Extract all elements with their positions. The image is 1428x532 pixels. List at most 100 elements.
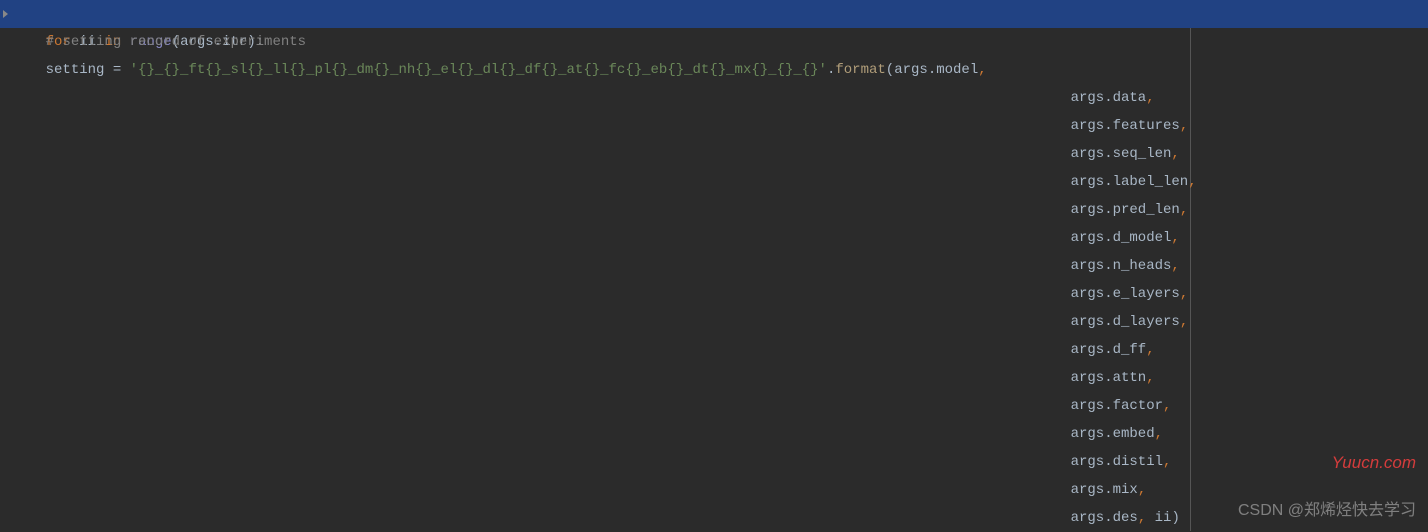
attr-seq_len: seq_len — [1113, 146, 1172, 162]
comment: # setting record of experiments — [46, 34, 306, 50]
code-line-arg[interactable]: args.d_model, — [0, 224, 1428, 252]
dot: . — [1104, 202, 1112, 218]
indent — [12, 174, 1071, 190]
indent — [12, 510, 1071, 526]
comma: , — [1163, 454, 1171, 470]
ident-ii: ii — [1155, 510, 1172, 526]
comma: , — [1188, 174, 1196, 190]
sep: , — [1138, 510, 1155, 526]
code-editor[interactable]: for ii in range(args.itr): # setting rec… — [0, 0, 1428, 531]
dot: . — [1104, 118, 1112, 134]
indent — [12, 370, 1071, 386]
code-line-1[interactable]: for ii in range(args.itr): — [0, 0, 1428, 28]
indent — [12, 454, 1071, 470]
attr-attn: attn — [1113, 370, 1147, 386]
method-format: format — [835, 62, 885, 78]
code-line-arg[interactable]: args.attn, — [0, 364, 1428, 392]
ident-args: args — [1071, 454, 1105, 470]
indent — [12, 118, 1071, 134]
code-line-arg[interactable]: args.data, — [0, 84, 1428, 112]
ident-args: args — [1071, 370, 1105, 386]
dot: . — [1104, 174, 1112, 190]
comma: , — [1180, 202, 1188, 218]
comma: , — [1171, 146, 1179, 162]
code-line-arg[interactable]: args.e_layers, — [0, 280, 1428, 308]
code-line-arg[interactable]: args.n_heads, — [0, 252, 1428, 280]
code-line-3[interactable]: setting = '{}_{}_ft{}_sl{}_ll{}_pl{}_dm{… — [0, 56, 1428, 84]
code-line-arg[interactable]: args.factor, — [0, 392, 1428, 420]
ident-args: args — [1071, 174, 1105, 190]
indent — [12, 426, 1071, 442]
attr-d_model: d_model — [1113, 230, 1172, 246]
dot: . — [1104, 482, 1112, 498]
comma: , — [1138, 482, 1146, 498]
comma: , — [1146, 90, 1154, 106]
ident-args: args — [1071, 510, 1105, 526]
comma: , — [1155, 426, 1163, 442]
comma: , — [1180, 118, 1188, 134]
indent — [12, 314, 1071, 330]
attr-label_len: label_len — [1113, 174, 1189, 190]
ident-args: args — [1071, 118, 1105, 134]
ident-args: args — [894, 62, 928, 78]
indent — [12, 62, 46, 78]
var-setting: setting — [46, 62, 105, 78]
attr-embed: embed — [1113, 426, 1155, 442]
comma: , — [1163, 398, 1171, 414]
dot: . — [1104, 510, 1112, 526]
indent — [12, 482, 1071, 498]
code-line-2[interactable]: # setting record of experiments — [0, 28, 1428, 56]
format-args-block: args.data, args.features, — [0, 84, 1428, 504]
code-line-arg[interactable]: args.d_layers, — [0, 308, 1428, 336]
code-line-last[interactable]: args.des, ii) — [0, 504, 1428, 532]
comma: , — [1180, 286, 1188, 302]
ident-args: args — [1071, 398, 1105, 414]
indent — [12, 90, 1071, 106]
dot: . — [1104, 286, 1112, 302]
format-string: '{}_{}_ft{}_sl{}_ll{}_pl{}_dm{}_nh{}_el{… — [130, 62, 827, 78]
dot: . — [1104, 230, 1112, 246]
dot: . — [1104, 454, 1112, 470]
attr-e_layers: e_layers — [1113, 286, 1180, 302]
fold-arrow-icon[interactable] — [0, 0, 12, 28]
attr-features: features — [1113, 118, 1180, 134]
ident-args: args — [1071, 342, 1105, 358]
dot: . — [1104, 90, 1112, 106]
code-line-arg[interactable]: args.d_ff, — [0, 336, 1428, 364]
attr-pred_len: pred_len — [1113, 202, 1180, 218]
code-line-arg[interactable]: args.mix, — [0, 476, 1428, 504]
dot: . — [1104, 146, 1112, 162]
attr-des: des — [1113, 510, 1138, 526]
dot: . — [1104, 398, 1112, 414]
indent — [12, 34, 46, 50]
attr-factor: factor — [1113, 398, 1163, 414]
ident-args: args — [1071, 230, 1105, 246]
code-line-arg[interactable]: args.seq_len, — [0, 140, 1428, 168]
attr-distil: distil — [1113, 454, 1163, 470]
ident-args: args — [1071, 286, 1105, 302]
indent — [12, 258, 1071, 274]
dot: . — [1104, 426, 1112, 442]
code-line-arg[interactable]: args.distil, — [0, 448, 1428, 476]
indent — [12, 398, 1071, 414]
indent — [12, 202, 1071, 218]
dot: . — [1104, 370, 1112, 386]
indent — [12, 146, 1071, 162]
dot: . — [1104, 342, 1112, 358]
ident-args: args — [1071, 90, 1105, 106]
attr-d_layers: d_layers — [1113, 314, 1180, 330]
comma: , — [1146, 370, 1154, 386]
comma: , — [978, 62, 986, 78]
indent — [12, 342, 1071, 358]
comma: , — [1171, 230, 1179, 246]
equals: = — [104, 62, 129, 78]
comma: , — [1146, 342, 1154, 358]
code-line-arg[interactable]: args.embed, — [0, 420, 1428, 448]
indent — [12, 230, 1071, 246]
code-line-arg[interactable]: args.label_len, — [0, 168, 1428, 196]
attr-model: model — [936, 62, 978, 78]
code-line-arg[interactable]: args.pred_len, — [0, 196, 1428, 224]
code-line-arg[interactable]: args.features, — [0, 112, 1428, 140]
ident-args: args — [1071, 426, 1105, 442]
attr-n_heads: n_heads — [1113, 258, 1172, 274]
